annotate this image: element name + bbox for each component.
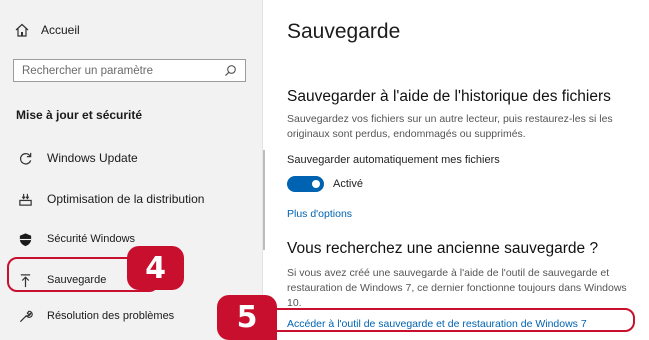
home-icon xyxy=(15,23,29,37)
search-input[interactable] xyxy=(14,60,222,81)
step4-badge: 4 xyxy=(127,246,184,290)
step5-highlight-box xyxy=(268,308,635,332)
home-nav-item[interactable]: Accueil xyxy=(14,20,80,40)
page-title: Sauvegarde xyxy=(287,20,401,43)
sidebar-item-label: Sécurité Windows xyxy=(47,233,136,245)
auto-backup-toggle[interactable] xyxy=(287,176,324,192)
more-options-link[interactable]: Plus d'options xyxy=(287,208,352,220)
auto-backup-label: Sauvegarder automatiquement mes fichiers xyxy=(287,154,500,166)
sidebar-scrollbar[interactable] xyxy=(263,150,265,250)
old-backup-heading: Vous recherchez une ancienne sauvegarde … xyxy=(287,240,599,257)
delivery-optimization-icon xyxy=(17,191,33,207)
sidebar-item-label: Windows Update xyxy=(47,151,138,165)
sidebar-item-delivery-optimization[interactable]: Optimisation de la distribution xyxy=(0,187,262,211)
old-backup-description: Si vous avez créé une sauvegarde à l'aid… xyxy=(287,267,627,309)
sync-icon xyxy=(17,150,33,166)
sidebar-item-label: Optimisation de la distribution xyxy=(47,192,205,206)
file-history-heading: Sauvegarder à l'aide de l'historique des… xyxy=(287,88,611,105)
shield-icon xyxy=(17,231,33,247)
wrench-icon xyxy=(17,308,33,324)
sidebar-item-windows-update[interactable]: Windows Update xyxy=(0,146,262,170)
section-title: Mise à jour et sécurité xyxy=(16,108,143,122)
search-icon[interactable] xyxy=(224,64,237,77)
sidebar-item-label: Résolution des problèmes xyxy=(47,310,175,322)
toggle-state-label: Activé xyxy=(333,178,363,190)
home-label: Accueil xyxy=(41,23,80,37)
step5-badge: 5 xyxy=(217,295,277,340)
settings-search-box[interactable] xyxy=(13,59,246,82)
toggle-knob xyxy=(312,180,320,188)
file-history-description: Sauvegardez vos fichiers sur un autre le… xyxy=(287,113,613,140)
